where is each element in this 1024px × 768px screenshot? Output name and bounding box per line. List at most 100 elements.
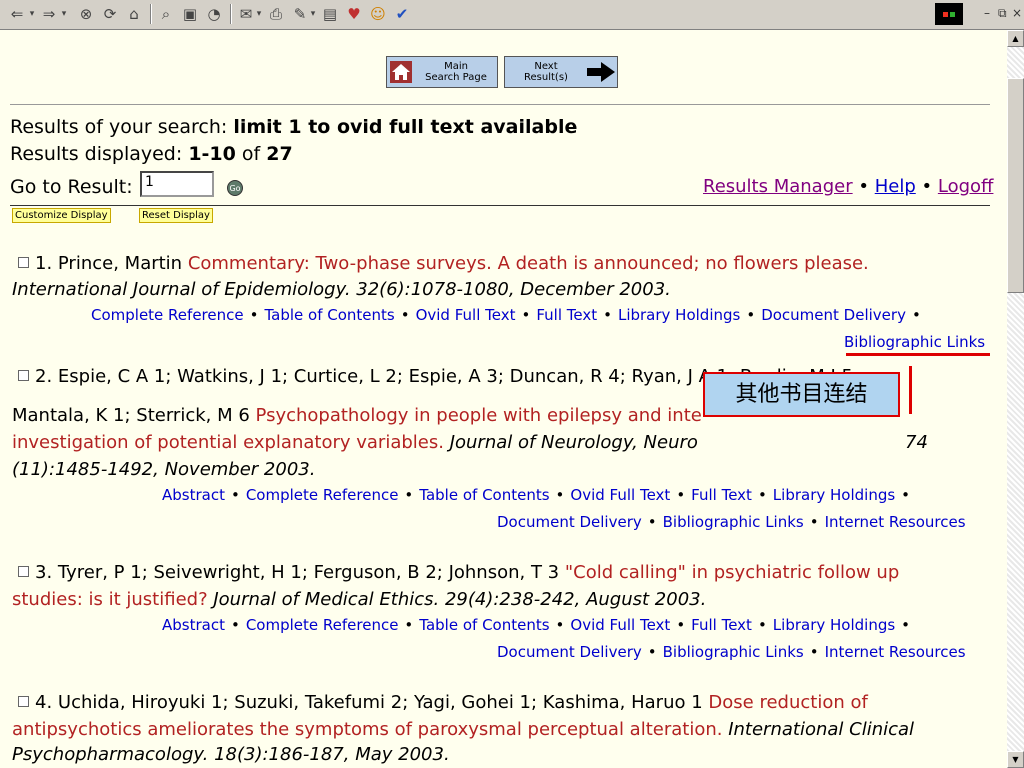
result-3-citation: Journal of Medical Ethics. 29(4):238-242… xyxy=(207,589,707,610)
internet-resources-link[interactable]: Internet Resources xyxy=(825,513,966,531)
result-2-citation: Journal of Neurology, Neuro xyxy=(443,432,698,453)
result-4-title[interactable]: Dose reduction of xyxy=(708,692,867,713)
document-delivery-link[interactable]: Document Delivery xyxy=(761,306,906,324)
result-2-title[interactable]: Psychopathology in people with epilepsy … xyxy=(256,405,702,426)
restore-icon[interactable]: ⧉ xyxy=(998,6,1007,21)
result-1-links-row1: Complete Reference • Table of Contents • Ovi… xyxy=(91,306,921,324)
results-displayed-prefix: Results displayed: xyxy=(10,143,189,165)
result-4-checkbox[interactable] xyxy=(18,696,29,707)
history-icon[interactable]: ◔ xyxy=(204,3,224,25)
toolbar-separator xyxy=(150,4,152,24)
back-dropdown-icon[interactable]: ▾ xyxy=(26,3,38,25)
next-results-button[interactable]: Next Result(s) xyxy=(504,56,618,88)
edit-icon[interactable]: ✎ xyxy=(290,3,310,25)
abstract-link[interactable]: Abstract xyxy=(162,616,225,634)
mail-dropdown-icon[interactable]: ▾ xyxy=(254,3,264,25)
search-icon[interactable]: ⌕ xyxy=(156,3,176,25)
table-of-contents-link[interactable]: Table of Contents xyxy=(419,616,549,634)
document-delivery-link[interactable]: Document Delivery xyxy=(497,513,642,531)
result-2-checkbox[interactable] xyxy=(18,370,29,381)
customize-display-button[interactable]: Customize Display xyxy=(12,208,111,223)
logoff-link[interactable]: Logoff xyxy=(938,176,994,197)
result-2-line2: Mantala, K 1; Sterrick, M 6 Psychopathol… xyxy=(12,405,702,426)
result-2-citation-end: 74 xyxy=(905,432,928,453)
result-3-authors: 3. Tyrer, P 1; Seivewright, H 1; Ferguso… xyxy=(35,562,565,583)
forward-arrow-icon[interactable]: ⇒ xyxy=(40,3,58,25)
result-4-line2: antipsychotics ameliorates the symptoms … xyxy=(12,719,914,740)
forward-dropdown-icon[interactable]: ▾ xyxy=(58,3,70,25)
stop-icon[interactable]: ⊗ xyxy=(76,3,96,25)
link-separator: • xyxy=(921,176,933,197)
complete-reference-link[interactable]: Complete Reference xyxy=(91,306,244,324)
next-results-label-line1: Next xyxy=(534,61,558,72)
bibliographic-links-link[interactable]: Bibliographic Links xyxy=(663,643,804,661)
browser-toolbar: ⇐ ▾ ⇒ ▾ ⊗ ⟳ ⌂ ⌕ ▣ ◔ ✉ ▾ ⎙ ✎ ▾ ▤ ♥ ☺ ✔ – … xyxy=(0,0,1024,30)
print-icon[interactable]: ⎙ xyxy=(266,3,286,25)
refresh-icon[interactable]: ⟳ xyxy=(100,3,120,25)
go-button[interactable]: Go xyxy=(227,180,243,196)
library-holdings-link[interactable]: Library Holdings xyxy=(773,616,895,634)
result-3-line2: studies: is it justified? Journal of Med… xyxy=(12,589,706,610)
result-2-title-cont[interactable]: investigation of potential explanatory v… xyxy=(12,432,444,453)
bibliographic-links-link[interactable]: Bibliographic Links xyxy=(663,513,804,531)
house-icon xyxy=(390,61,412,83)
result-4-title-cont[interactable]: antipsychotics ameliorates the symptoms … xyxy=(12,719,722,740)
table-of-contents-link[interactable]: Table of Contents xyxy=(264,306,394,324)
reset-display-button[interactable]: Reset Display xyxy=(139,208,213,223)
abstract-link[interactable]: Abstract xyxy=(162,486,225,504)
scroll-up-icon[interactable]: ▲ xyxy=(1007,30,1024,47)
next-results-label-line2: Result(s) xyxy=(524,72,568,83)
favorites-icon[interactable]: ▣ xyxy=(180,3,200,25)
vertical-scrollbar[interactable]: ▲ ▼ xyxy=(1007,30,1024,768)
main-search-label-line2: Search Page xyxy=(425,72,487,83)
table-of-contents-link[interactable]: Table of Contents xyxy=(419,486,549,504)
close-icon[interactable]: × xyxy=(1012,6,1022,20)
result-1-checkbox[interactable] xyxy=(18,257,29,268)
result-3-links-row1: Abstract • Complete Reference • Table of Con… xyxy=(162,616,911,634)
top-links: Results Manager • Help • Logoff xyxy=(703,176,993,197)
edit-dropdown-icon[interactable]: ▾ xyxy=(308,3,318,25)
messenger-icon[interactable]: ♥ xyxy=(344,3,364,25)
page-content: Main Search Page Next Result(s) Results … xyxy=(0,30,1007,768)
right-arrow-icon xyxy=(587,62,615,82)
mail-icon[interactable]: ✉ xyxy=(236,3,256,25)
library-holdings-link[interactable]: Library Holdings xyxy=(773,486,895,504)
smiley-icon[interactable]: ☺ xyxy=(368,3,388,25)
full-text-link[interactable]: Full Text xyxy=(536,306,597,324)
complete-reference-link[interactable]: Complete Reference xyxy=(246,616,399,634)
toolbar-separator xyxy=(230,4,232,24)
full-text-link[interactable]: Full Text xyxy=(691,616,752,634)
internet-resources-link[interactable]: Internet Resources xyxy=(825,643,966,661)
help-link[interactable]: Help xyxy=(875,176,916,197)
result-3-title-cont[interactable]: studies: is it justified? xyxy=(12,589,208,610)
scroll-down-icon[interactable]: ▼ xyxy=(1007,751,1024,768)
back-arrow-icon[interactable]: ⇐ xyxy=(8,3,26,25)
result-4-authors: 4. Uchida, Hiroyuki 1; Suzuki, Takefumi … xyxy=(35,692,709,713)
result-3-title[interactable]: "Cold calling" in psychiatric follow up xyxy=(565,562,899,583)
goto-result-input[interactable]: 1 xyxy=(140,171,214,197)
library-holdings-link[interactable]: Library Holdings xyxy=(618,306,740,324)
scroll-thumb[interactable] xyxy=(1007,78,1024,293)
result-3-checkbox[interactable] xyxy=(18,566,29,577)
document-delivery-link[interactable]: Document Delivery xyxy=(497,643,642,661)
bibliographic-links-link[interactable]: Bibliographic Links xyxy=(844,333,985,351)
annotation-callout: 其他书目连结 xyxy=(703,372,900,417)
main-search-label-line1: Main xyxy=(444,61,468,72)
result-1-title[interactable]: Commentary: Two-phase surveys. A death i… xyxy=(188,253,869,274)
home-icon[interactable]: ⌂ xyxy=(124,3,144,25)
discuss-icon[interactable]: ▤ xyxy=(320,3,340,25)
minimize-icon[interactable]: – xyxy=(984,6,990,20)
link-separator: • xyxy=(858,176,869,197)
result-1-line1: 1. Prince, Martin Commentary: Two-phase … xyxy=(18,253,869,274)
ovid-full-text-link[interactable]: Ovid Full Text xyxy=(416,306,516,324)
result-1-citation: International Journal of Epidemiology. 3… xyxy=(12,279,671,300)
check-icon[interactable]: ✔ xyxy=(392,3,412,25)
results-manager-link[interactable]: Results Manager xyxy=(703,176,853,197)
main-search-page-button[interactable]: Main Search Page xyxy=(386,56,498,88)
full-text-link[interactable]: Full Text xyxy=(691,486,752,504)
result-2-line3: investigation of potential explanatory v… xyxy=(12,432,698,453)
complete-reference-link[interactable]: Complete Reference xyxy=(246,486,399,504)
ovid-full-text-link[interactable]: Ovid Full Text xyxy=(570,486,670,504)
ovid-full-text-link[interactable]: Ovid Full Text xyxy=(570,616,670,634)
windows-logo-icon xyxy=(935,3,963,25)
